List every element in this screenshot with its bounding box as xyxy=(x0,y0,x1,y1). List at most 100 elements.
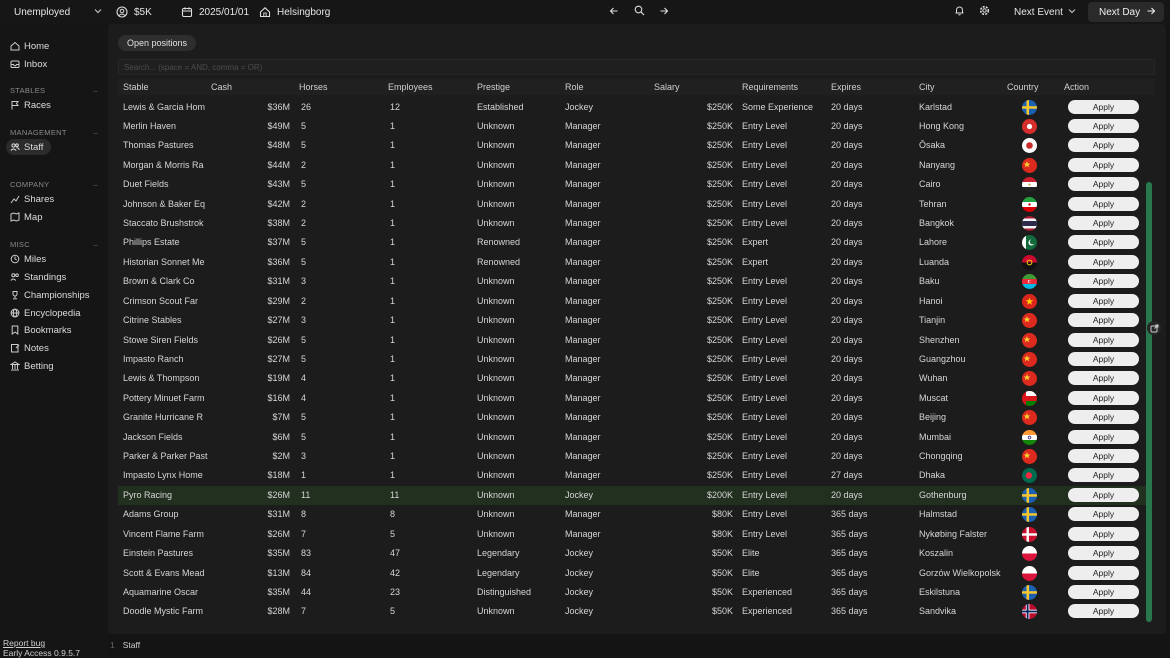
apply-button[interactable]: Apply xyxy=(1068,99,1139,114)
table-row[interactable]: Impasto Lynx Home $18M 1 1 Unknown Manager $25… xyxy=(118,466,1148,485)
report-bug-link[interactable]: Report bug xyxy=(3,638,45,648)
table-row[interactable]: Lewis & Garcia Hom $36M 26 12 Established Joc… xyxy=(118,98,1148,117)
home-city-display[interactable]: Helsingborg xyxy=(259,4,330,20)
apply-button[interactable]: Apply xyxy=(1068,371,1139,386)
apply-button[interactable]: Apply xyxy=(1068,526,1139,541)
apply-button[interactable]: Apply xyxy=(1068,604,1139,619)
table-row[interactable]: Thomas Pastures $48M 5 1 Unknown Manager $250K… xyxy=(118,136,1148,155)
sidebar-item-notes[interactable]: Notes xyxy=(10,341,49,355)
apply-button[interactable]: Apply xyxy=(1068,118,1139,133)
apply-button[interactable]: Apply xyxy=(1068,585,1139,599)
column-header-prestige[interactable]: Prestige xyxy=(477,82,510,92)
apply-button[interactable]: Apply xyxy=(1068,177,1139,192)
apply-button[interactable]: Apply xyxy=(1068,196,1139,211)
next-event-select[interactable]: Next Event xyxy=(1008,3,1082,21)
table-row[interactable]: Pottery Minuet Farm $16M 4 1 Unknown Manager $… xyxy=(118,389,1148,408)
table-row[interactable]: Stowe Siren Fields $26M 5 1 Unknown Manager $2… xyxy=(118,331,1148,350)
apply-button[interactable]: Apply xyxy=(1068,449,1139,464)
sidebar-section-management[interactable]: MANAGEMENT – xyxy=(10,128,98,137)
sidebar-item-shares[interactable]: Shares xyxy=(10,192,54,206)
table-row[interactable]: Einstein Pastures $35M 83 47 Legendary Jockey… xyxy=(118,544,1148,563)
sidebar-item-betting[interactable]: Betting xyxy=(10,359,54,373)
table-row[interactable]: Granite Hurricane R $7M 5 1 Unknown Manager $2… xyxy=(118,408,1148,427)
table-row[interactable]: Historian Sonnet Me $36M 5 1 Renowned Manager… xyxy=(118,253,1148,272)
cell-salary: $250K xyxy=(706,237,733,248)
external-link-icon[interactable] xyxy=(1147,321,1161,335)
table-row[interactable]: Merlin Haven $49M 5 1 Unknown Manager $250K Ent… xyxy=(118,117,1148,136)
column-header-country[interactable]: Country xyxy=(1007,82,1039,92)
sidebar-section-stables[interactable]: STABLES – xyxy=(10,86,98,95)
job-select[interactable]: Unemployed xyxy=(8,3,108,21)
table-row[interactable]: Lewis & Thompson $19M 4 1 Unknown Manager $250… xyxy=(118,369,1148,388)
table-row[interactable]: Parker & Parker Past $2M 3 1 Unknown Manager $… xyxy=(118,447,1148,466)
sidebar-section-misc[interactable]: MISC – xyxy=(10,240,98,249)
table-row[interactable]: Doodle Mystic Farm $28M 7 5 Unknown Jockey $50… xyxy=(118,602,1148,621)
apply-button[interactable]: Apply xyxy=(1068,138,1139,153)
sidebar-item-encyclopedia[interactable]: Encyclopedia xyxy=(10,306,81,320)
back-button[interactable] xyxy=(607,3,621,21)
column-header-horses[interactable]: Horses xyxy=(299,82,328,92)
column-header-salary[interactable]: Salary xyxy=(654,82,680,92)
apply-button[interactable]: Apply xyxy=(1068,468,1139,483)
table-row[interactable]: Morgan & Morris Ra $44M 2 1 Unknown Manager $2… xyxy=(118,156,1148,175)
sidebar-item-home[interactable]: Home xyxy=(10,39,49,53)
apply-button[interactable]: Apply xyxy=(1068,216,1139,231)
column-header-expires[interactable]: Expires xyxy=(831,82,861,92)
sidebar-item-map[interactable]: Map xyxy=(10,210,42,224)
apply-button[interactable]: Apply xyxy=(1068,293,1139,308)
table-scrollbar[interactable] xyxy=(1146,182,1152,622)
table-row[interactable]: Jackson Fields $6M 5 1 Unknown Manager $250K En… xyxy=(118,428,1148,447)
apply-button[interactable]: Apply xyxy=(1068,313,1139,328)
forward-button[interactable] xyxy=(657,3,671,21)
apply-button[interactable]: Apply xyxy=(1068,351,1139,366)
sidebar-item-miles[interactable]: Miles xyxy=(10,252,46,266)
apply-button[interactable]: Apply xyxy=(1068,487,1139,502)
apply-button[interactable]: Apply xyxy=(1068,235,1139,250)
column-header-stable[interactable]: Stable xyxy=(123,82,149,92)
sidebar-item-races[interactable]: Races xyxy=(10,98,51,112)
table-row[interactable]: Phillips Estate $37M 5 1 Renowned Manager $250… xyxy=(118,233,1148,252)
table-row[interactable]: Staccato Brushstrok $38M 2 1 Unknown Manager $… xyxy=(118,214,1148,233)
apply-button[interactable]: Apply xyxy=(1068,274,1139,289)
apply-button[interactable]: Apply xyxy=(1068,390,1139,405)
table-row[interactable]: Vincent Flame Farm $26M 7 5 Unknown Manager $8… xyxy=(118,525,1148,544)
table-row[interactable]: Citrine Stables $27M 3 1 Unknown Manager $250K… xyxy=(118,311,1148,330)
apply-button[interactable]: Apply xyxy=(1068,429,1139,444)
table-row[interactable]: Brown & Clark Co $31M 3 1 Unknown Manager $250… xyxy=(118,272,1148,291)
apply-button[interactable]: Apply xyxy=(1068,565,1139,580)
sidebar-section-company[interactable]: COMPANY – xyxy=(10,180,98,189)
notifications-button[interactable] xyxy=(952,3,966,21)
table-row[interactable]: Aquamarine Oscar $35M 44 23 Distinguished Joc… xyxy=(118,583,1148,602)
sidebar-item-championships[interactable]: Championships xyxy=(10,288,89,302)
table-row[interactable]: Impasto Ranch $27M 5 1 Unknown Manager $250K En… xyxy=(118,350,1148,369)
sidebar-item-inbox[interactable]: Inbox xyxy=(10,57,47,71)
column-header-employees[interactable]: Employees xyxy=(388,82,433,92)
apply-button[interactable]: Apply xyxy=(1068,507,1139,522)
sidebar-item-standings[interactable]: Standings xyxy=(10,270,66,284)
search-input[interactable]: Search... (space = AND, comma = OR) xyxy=(118,59,1155,75)
next-day-button[interactable]: Next Day xyxy=(1088,2,1164,22)
apply-button[interactable]: Apply xyxy=(1068,332,1139,347)
cell-requirements: Entry Level xyxy=(742,159,788,170)
table-row[interactable]: Scott & Evans Mead $13M 84 42 Legendary Jocke… xyxy=(118,564,1148,583)
column-header-cash[interactable]: Cash xyxy=(211,82,232,92)
table-row[interactable]: Adams Group $31M 8 8 Unknown Manager $80K Entry… xyxy=(118,505,1148,524)
table-row[interactable]: Johnson & Baker Eq $42M 2 1 Unknown Manager $2… xyxy=(118,195,1148,214)
apply-button[interactable]: Apply xyxy=(1068,546,1139,561)
sidebar-item-bookmarks[interactable]: Bookmarks xyxy=(10,323,72,337)
table-row[interactable]: Pyro Racing $26M 11 11 Unknown Jockey $200K Ent… xyxy=(118,485,1148,506)
table-row[interactable]: Crimson Scout Far $29M 2 1 Unknown Manager $25… xyxy=(118,292,1148,311)
cell-cash: $28M xyxy=(267,606,290,617)
apply-button[interactable]: Apply xyxy=(1068,157,1139,172)
table-row[interactable]: Duet Fields $43M 5 1 Unknown Manager $250K Entr… xyxy=(118,175,1148,194)
settings-button[interactable] xyxy=(977,3,991,21)
sidebar-item-staff[interactable]: Staff xyxy=(6,139,52,155)
apply-button[interactable]: Apply xyxy=(1068,410,1139,425)
open-positions-tab[interactable]: Open positions xyxy=(118,35,197,51)
search-button[interactable] xyxy=(632,3,646,21)
column-header-role[interactable]: Role xyxy=(565,82,584,92)
column-header-city[interactable]: City xyxy=(919,82,935,92)
footer-tab-staff[interactable]: 1 Staff xyxy=(110,638,140,652)
apply-button[interactable]: Apply xyxy=(1068,254,1139,269)
column-header-requirements[interactable]: Requirements xyxy=(742,82,798,92)
